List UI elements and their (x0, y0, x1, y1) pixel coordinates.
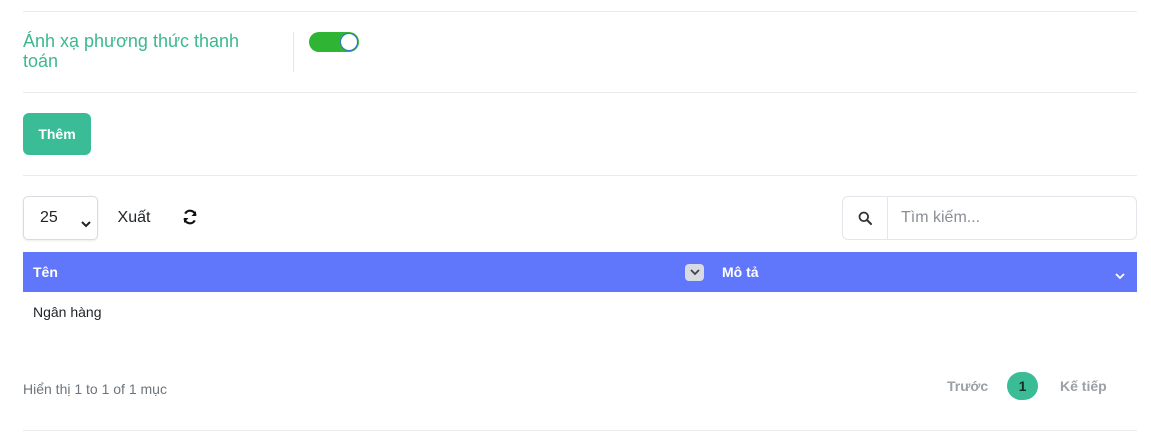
column-header-name[interactable]: Tên (33, 252, 58, 292)
page-size-value: 25 (40, 209, 58, 226)
divider (293, 32, 294, 72)
payment-mapping-toggle[interactable] (309, 32, 359, 52)
setting-label: Ánh xạ phương thức thanh toán (23, 31, 240, 71)
divider (23, 11, 1137, 12)
table-cell-name: Ngân hàng (33, 304, 102, 320)
table-info: Hiển thị 1 to 1 of 1 mục (23, 381, 167, 397)
toggle-knob (340, 33, 358, 51)
sort-chevron-icon[interactable] (1115, 267, 1125, 285)
page-size-select[interactable]: 25 (23, 196, 98, 240)
divider (23, 430, 1137, 431)
divider (23, 175, 1137, 176)
search-box (842, 196, 1137, 240)
page: Ánh xạ phương thức thanh toán Thêm 25 Xu… (0, 0, 1151, 433)
refresh-icon (182, 209, 198, 228)
column-header-description[interactable]: Mô tả (722, 252, 759, 292)
search-input[interactable] (889, 197, 1135, 239)
chevron-down-icon (81, 215, 91, 233)
search-icon (843, 197, 888, 239)
sort-chevron-icon[interactable] (685, 264, 704, 281)
pagination-prev[interactable]: Trước (947, 378, 988, 394)
pagination-next[interactable]: Kế tiếp (1060, 378, 1107, 394)
add-button[interactable]: Thêm (23, 113, 91, 155)
export-button[interactable]: Xuất (104, 198, 164, 238)
pagination-current-page[interactable]: 1 (1007, 372, 1038, 400)
divider (23, 92, 1137, 93)
refresh-button[interactable] (168, 198, 212, 238)
table-header: Tên Mô tả (23, 252, 1137, 292)
